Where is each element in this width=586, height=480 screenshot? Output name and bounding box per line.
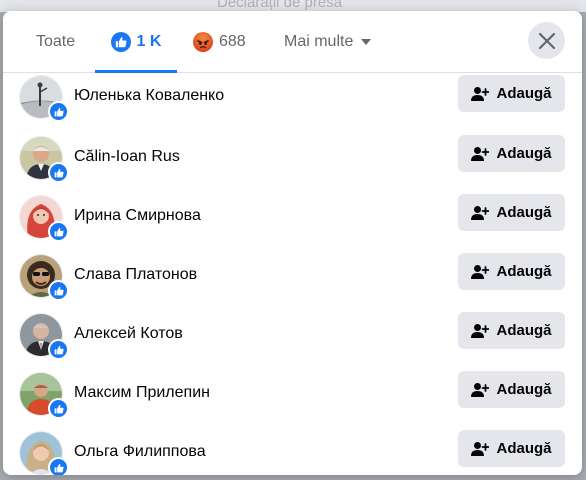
person-name[interactable]: Ольга Филиппова	[74, 443, 206, 461]
person-name[interactable]: Алексей Котов	[74, 325, 183, 343]
add-friend-button[interactable]: Adaugă	[458, 430, 565, 467]
background-text: Declarații de presă	[217, 0, 343, 11]
like-badge-icon	[48, 101, 69, 122]
add-friend-icon	[471, 382, 490, 397]
add-friend-icon	[471, 441, 490, 456]
tab-like-count: 1 K	[136, 32, 162, 50]
tab-angry[interactable]: 688	[189, 11, 259, 72]
tab-all[interactable]: Toate	[21, 11, 93, 72]
list-item: Ольга Филиппова Adaugă	[3, 427, 582, 475]
add-friend-icon	[471, 205, 490, 220]
add-friend-button[interactable]: Adaugă	[458, 312, 565, 349]
add-button-label: Adaugă	[496, 145, 552, 162]
list-item: Алексей Котов Adaugă	[3, 309, 582, 368]
list-item: Călin-Ioan Rus Adaugă	[3, 132, 582, 191]
like-icon	[110, 31, 131, 52]
add-friend-icon	[471, 264, 490, 279]
list-item: Юленька Коваленко Adaugă	[3, 73, 582, 132]
reactions-dialog: Toate 1 K 688 Mai multe Юленька Коваленк…	[3, 11, 582, 475]
add-friend-button[interactable]: Adaugă	[458, 135, 565, 172]
people-list: Юленька Коваленко Adaugă Călin-Ioan Rus …	[3, 73, 582, 475]
caret-down-icon	[361, 38, 372, 45]
add-button-label: Adaugă	[496, 322, 552, 339]
close-icon	[538, 32, 555, 49]
reaction-tabs: Toate 1 K 688 Mai multe	[3, 11, 582, 73]
tab-more[interactable]: Mai multe	[273, 11, 383, 72]
person-name[interactable]: Ирина Смирнова	[74, 207, 201, 225]
add-button-label: Adaugă	[496, 381, 552, 398]
tab-like[interactable]: 1 K	[95, 11, 177, 73]
add-friend-icon	[471, 146, 490, 161]
list-item: Максим Прилепин Adaugă	[3, 368, 582, 427]
like-badge-icon	[48, 457, 69, 475]
add-friend-icon	[471, 86, 490, 101]
close-button[interactable]	[528, 22, 565, 59]
tab-angry-count: 688	[219, 32, 246, 50]
tab-more-label: Mai multe	[284, 32, 354, 50]
like-badge-icon	[48, 398, 69, 419]
add-button-label: Adaugă	[496, 85, 552, 102]
add-friend-button[interactable]: Adaugă	[458, 194, 565, 231]
add-button-label: Adaugă	[496, 204, 552, 221]
like-badge-icon	[48, 280, 69, 301]
angry-face-icon	[193, 31, 213, 52]
add-button-label: Adaugă	[496, 440, 552, 457]
add-friend-button[interactable]: Adaugă	[458, 253, 565, 290]
like-badge-icon	[48, 162, 69, 183]
add-button-label: Adaugă	[496, 263, 552, 280]
like-badge-icon	[48, 221, 69, 242]
add-friend-button[interactable]: Adaugă	[458, 75, 565, 112]
person-name[interactable]: Слава Платонов	[74, 266, 197, 284]
person-name[interactable]: Максим Прилепин	[74, 384, 210, 402]
person-name[interactable]: Călin-Ioan Rus	[74, 148, 180, 166]
tab-all-label: Toate	[36, 32, 76, 50]
list-item: Слава Платонов Adaugă	[3, 250, 582, 309]
like-badge-icon	[48, 339, 69, 360]
list-item: Ирина Смирнова Adaugă	[3, 191, 582, 250]
add-friend-button[interactable]: Adaugă	[458, 371, 565, 408]
person-name[interactable]: Юленька Коваленко	[74, 87, 224, 105]
add-friend-icon	[471, 323, 490, 338]
